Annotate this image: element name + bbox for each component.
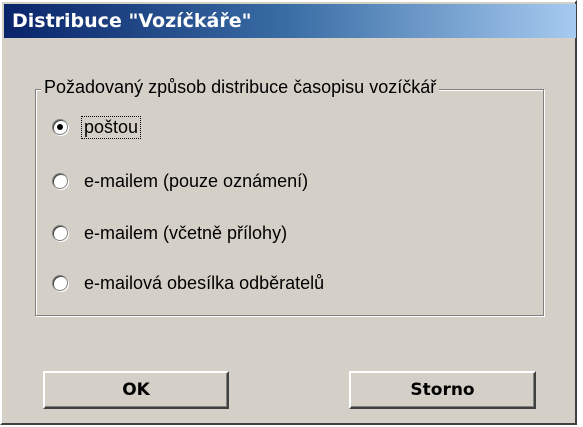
- radio-label-email-oznameni[interactable]: e-mailem (pouze oznámení): [82, 171, 310, 192]
- radio-button[interactable]: [52, 173, 68, 189]
- ok-button[interactable]: OK: [43, 371, 229, 409]
- groupbox-legend: Požadovaný způsob distribuce časopisu vo…: [41, 77, 440, 98]
- radio-option-posta[interactable]: poštou: [52, 113, 142, 141]
- cancel-button[interactable]: Storno: [349, 371, 536, 409]
- radio-button-selected[interactable]: [52, 119, 68, 135]
- radio-button[interactable]: [52, 225, 68, 241]
- title-bar[interactable]: Distribuce "Vozíčkáře": [4, 4, 576, 38]
- radio-option-email-priloha[interactable]: e-mailem (včetně přílohy): [52, 219, 289, 247]
- radio-label-obesilka[interactable]: e-mailová obesílka odběratelů: [82, 273, 326, 294]
- radio-option-email-oznameni[interactable]: e-mailem (pouze oznámení): [52, 167, 310, 195]
- dialog-window: Distribuce "Vozíčkáře" Požadovaný způsob…: [0, 0, 577, 425]
- radio-button[interactable]: [52, 275, 68, 291]
- radio-dot-icon: [57, 124, 63, 130]
- radio-option-obesilka[interactable]: e-mailová obesílka odběratelů: [52, 269, 326, 297]
- window-title: Distribuce "Vozíčkáře": [12, 10, 252, 32]
- radio-label-email-priloha[interactable]: e-mailem (včetně přílohy): [82, 223, 289, 244]
- radio-label-posta[interactable]: poštou: [80, 115, 142, 139]
